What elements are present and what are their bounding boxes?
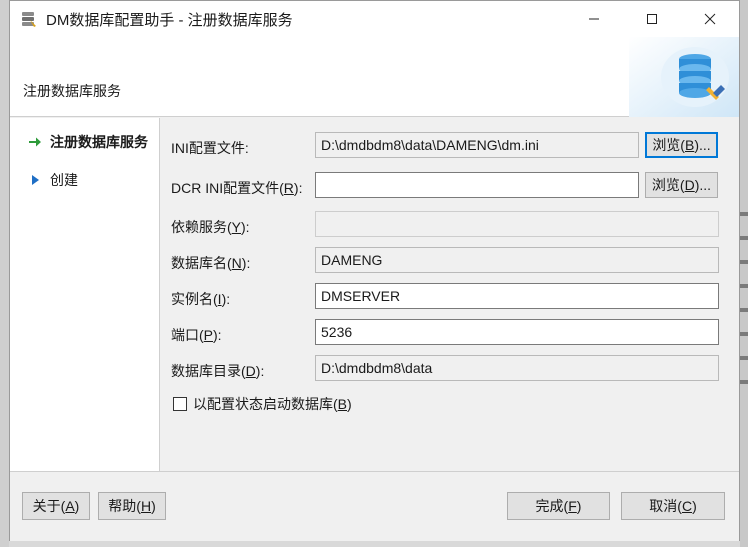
minimize-icon [589, 18, 599, 20]
db-dir-row: 数据库目录(D): D:\dmdbdm8\data [161, 355, 739, 383]
green-arrow-icon [28, 136, 42, 148]
about-button[interactable]: 关于(A) [22, 492, 90, 520]
db-name-label: 数据库名(N): [171, 255, 251, 271]
db-dir-label: 数据库目录(D): [171, 363, 265, 379]
browse-hotkey: D [684, 177, 695, 193]
browse-label-pre: 浏览( [652, 137, 685, 153]
close-icon [704, 13, 716, 25]
ini-file-row: INI配置文件: D:\dmdbdm8\data\DAMENG\dm.ini 浏… [161, 132, 739, 160]
start-config-state-checkbox[interactable] [173, 397, 187, 411]
port-label: 端口(P): [171, 327, 222, 343]
maximize-icon [647, 14, 657, 24]
nav-item-label: 创建 [50, 172, 78, 188]
cancel-button[interactable]: 取消(C) [621, 492, 725, 520]
instance-name-input[interactable]: DMSERVER [315, 283, 719, 309]
nav-item-register-service[interactable]: 注册数据库服务 [28, 132, 148, 152]
help-button[interactable]: 帮助(H) [98, 492, 166, 520]
browse-label-pre: 浏览( [651, 177, 685, 193]
minimize-button[interactable] [565, 1, 623, 37]
background-window-edge [0, 0, 9, 547]
start-config-state-label: 以配置状态启动数据库(B) [193, 396, 352, 412]
close-button[interactable] [681, 1, 739, 37]
depend-service-label: 依赖服务(Y): [171, 219, 250, 235]
db-name-row: 数据库名(N): DAMENG [161, 247, 739, 275]
nav-item-create[interactable]: 创建 [28, 170, 78, 190]
window-title: DM数据库配置助手 - 注册数据库服务 [46, 11, 293, 29]
dcr-ini-row: DCR INI配置文件(R): 浏览(D)... [161, 172, 739, 200]
browse-label-post: )... [694, 137, 711, 153]
db-dir-field: D:\dmdbdm8\data [315, 355, 719, 381]
blue-triangle-icon [28, 174, 42, 186]
instance-name-label: 实例名(I): [171, 291, 231, 307]
port-row: 端口(P): 5236 [161, 319, 739, 347]
instance-name-row: 实例名(I): DMSERVER [161, 283, 739, 311]
banner-title: 注册数据库服务 [23, 83, 121, 99]
dcr-ini-label: DCR INI配置文件(R): [171, 180, 303, 196]
port-input[interactable]: 5236 [315, 319, 719, 345]
browse-dcr-button[interactable]: 浏览(D)... [645, 172, 718, 198]
browse-hotkey: B [684, 137, 695, 153]
app-icon [20, 10, 38, 28]
depend-service-field [315, 211, 719, 237]
browse-ini-button[interactable]: 浏览(B)... [645, 132, 718, 158]
finish-button[interactable]: 完成(F) [507, 492, 610, 520]
start-config-state-option[interactable]: 以配置状态启动数据库(B) [173, 394, 352, 414]
maximize-button[interactable] [623, 1, 681, 37]
dialog-footer: 关于(A) 帮助(H) 完成(F) 取消(C) [10, 471, 739, 541]
nav-item-label: 注册数据库服务 [50, 134, 148, 150]
depend-service-row: 依赖服务(Y): [161, 211, 739, 239]
title-bar: DM数据库配置助手 - 注册数据库服务 [10, 1, 739, 37]
ini-file-label: INI配置文件: [171, 140, 249, 156]
browse-label-post: )... [694, 177, 712, 193]
ini-file-field: D:\dmdbdm8\data\DAMENG\dm.ini [315, 132, 639, 158]
background-window-edge-right [740, 0, 748, 547]
dcr-ini-input[interactable] [315, 172, 639, 198]
db-name-field: DAMENG [315, 247, 719, 273]
dialog-window: DM数据库配置助手 - 注册数据库服务 注册数据库服务 注册数据库服务 创建 I… [9, 0, 740, 541]
form-panel: INI配置文件: D:\dmdbdm8\data\DAMENG\dm.ini 浏… [161, 118, 739, 471]
header-banner: 注册数据库服务 [10, 37, 739, 117]
step-navigation: 注册数据库服务 创建 [10, 118, 160, 471]
database-graphic-icon [629, 37, 739, 117]
